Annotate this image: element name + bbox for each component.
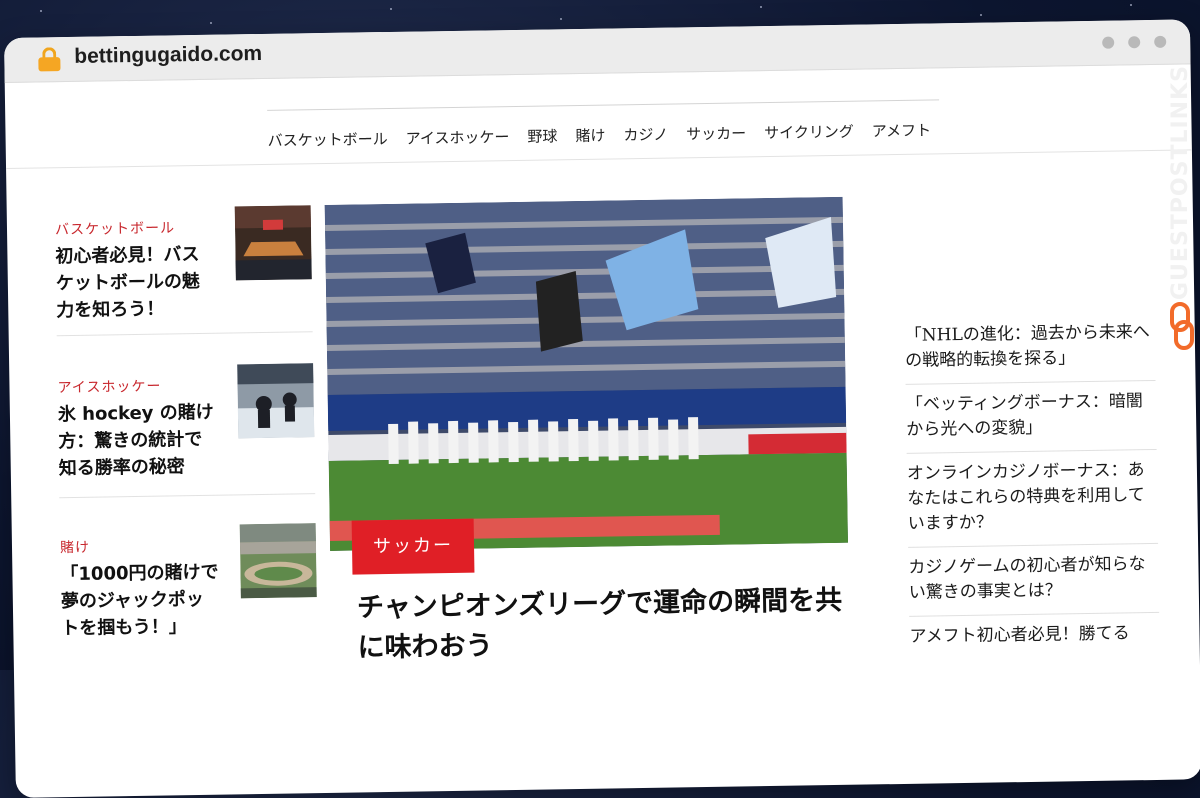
article-title[interactable]: 「1000円の賭けで夢のジャックポットを掴もう！」: [60, 559, 221, 643]
window-dot-icon[interactable]: [1154, 35, 1167, 48]
nav-item-baseball[interactable]: 野球: [527, 125, 557, 146]
lock-icon: [38, 47, 61, 72]
featured-stadium-image[interactable]: [324, 196, 849, 551]
nav-item-cycling[interactable]: サイクリング: [764, 121, 854, 143]
article-card[interactable]: 賭け 「1000円の賭けで夢のジャックポットを掴もう！」: [60, 523, 318, 643]
watermark-text: GUESTPOSTLINKS: [1168, 65, 1193, 300]
featured-category-badge[interactable]: サッカー: [351, 518, 475, 575]
main-nav: バスケットボール アイスホッケー 野球 賭け カジノ サッカー サイクリング ア…: [267, 119, 932, 151]
sidebar-article-link[interactable]: カジノゲームの初心者が知らない驚きの事実とは？: [908, 543, 1160, 617]
article-title[interactable]: 初心者必見！バスケットボールの魅力を知ろう！: [55, 241, 216, 325]
browser-frame: bettingugaido.com バスケットボール アイスホッケー 野球 賭け…: [4, 19, 1200, 798]
browser-titlebar: bettingugaido.com: [4, 19, 1191, 83]
article-card[interactable]: バスケットボール 初心者必見！バスケットボールの魅力を知ろう！: [55, 205, 313, 337]
nav-item-ice-hockey[interactable]: アイスホッケー: [405, 126, 510, 149]
link-chain-icon: [1170, 302, 1194, 350]
nav-item-betting[interactable]: 賭け: [575, 125, 605, 146]
address-bar-url[interactable]: bettingugaido.com: [74, 42, 262, 69]
sidebar-article-list: 「NHLの進化：過去から未来への戦略的転換を探る」 「ベッティングボーナス：暗闇…: [904, 311, 1160, 685]
article-title[interactable]: 氷 hockey の賭け方：驚きの統計で知る勝率の秘密: [58, 399, 219, 483]
browser-window: bettingugaido.com バスケットボール アイスホッケー 野球 賭け…: [4, 19, 1200, 798]
window-dot-icon[interactable]: [1102, 36, 1115, 49]
nav-item-soccer[interactable]: サッカー: [686, 122, 746, 144]
sidebar-article-link[interactable]: オンラインカジノボーナス：あなたはこれらの特典を利用していますか？: [906, 449, 1159, 548]
article-divider: [56, 331, 313, 337]
basketball-arena-thumbnail[interactable]: [234, 205, 312, 281]
header-divider: [6, 149, 1192, 169]
window-dot-icon[interactable]: [1128, 36, 1141, 49]
ice-hockey-thumbnail[interactable]: [237, 363, 315, 439]
featured-headline[interactable]: チャンピオンズリーグで運命の瞬間を共に味わおう: [357, 581, 858, 669]
window-controls: [1102, 35, 1167, 49]
sidebar-article-link[interactable]: 「NHLの進化：過去から未来への戦略的転換を探る」: [904, 311, 1156, 385]
racetrack-thumbnail[interactable]: [239, 523, 317, 599]
article-divider: [59, 493, 316, 499]
sidebar-article-link[interactable]: アメフト初心者必見！勝てる: [909, 613, 1160, 685]
nav-item-basketball[interactable]: バスケットボール: [267, 128, 388, 151]
nav-divider: [267, 99, 940, 111]
nav-item-american-football[interactable]: アメフト: [872, 119, 932, 141]
article-card[interactable]: アイスホッケー 氷 hockey の賭け方：驚きの統計で知る勝率の秘密: [57, 363, 316, 499]
nav-item-casino[interactable]: カジノ: [623, 124, 668, 146]
sidebar-article-link[interactable]: 「ベッティングボーナス：暗闇から光への変貌」: [905, 380, 1157, 454]
